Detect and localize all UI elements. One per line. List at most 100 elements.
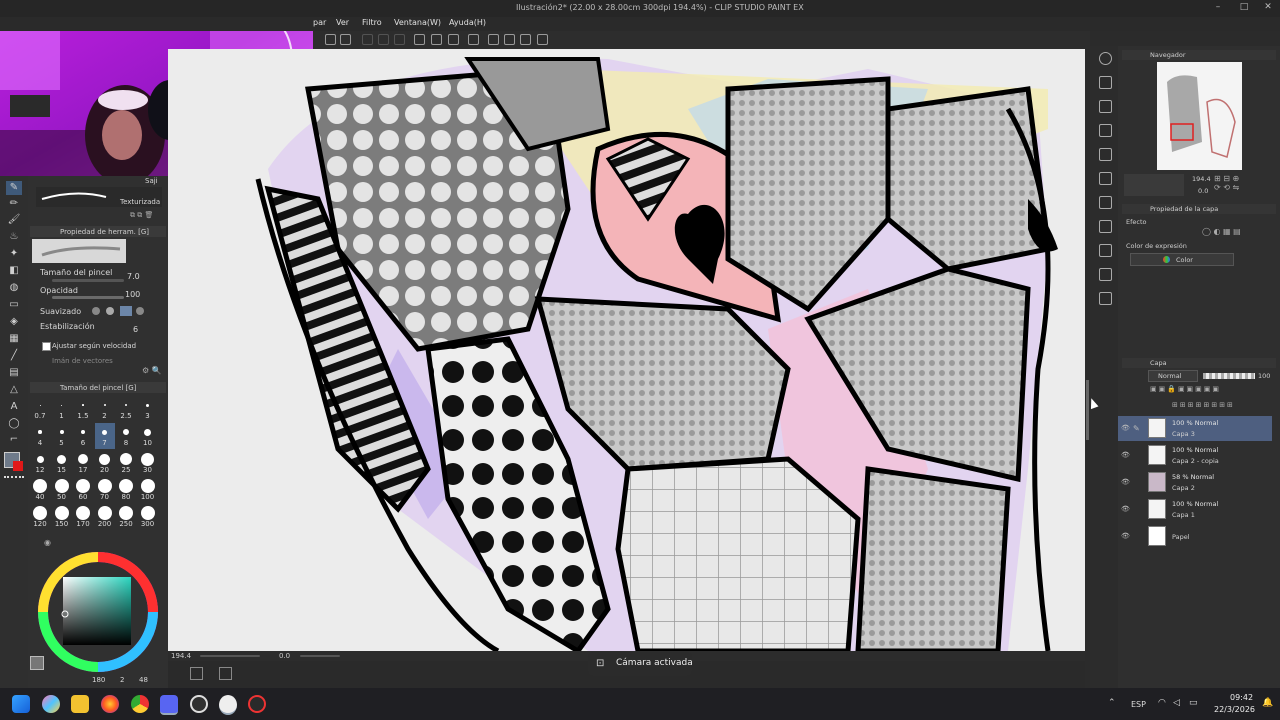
brush-size-slider[interactable] — [52, 279, 124, 282]
ruler-tool-icon[interactable]: △ — [6, 383, 22, 397]
clock-time[interactable]: 09:42 — [1230, 693, 1253, 702]
visibility-eye-icon[interactable]: 👁 — [1121, 505, 1130, 513]
menu-item-ventana[interactable]: Ventana(W) — [394, 18, 441, 27]
brush-size-option[interactable]: 6 — [73, 423, 93, 449]
pen-tool-icon[interactable]: ✎ — [6, 181, 22, 195]
layer-row[interactable]: 👁 58 % Normal Capa 2 — [1118, 470, 1272, 495]
brush-size-value[interactable]: 7.0 — [127, 272, 140, 281]
layer-row[interactable]: 👁 100 % Normal Capa 1 — [1118, 497, 1272, 522]
canvas-rotation-slider[interactable] — [300, 655, 340, 657]
brush-size-option[interactable]: 1.5 — [73, 396, 93, 422]
layer-action-icons[interactable]: ⊞⊞⊞⊞⊞⊞⊞⊞ — [1172, 401, 1276, 411]
subview-panel-icon[interactable] — [1099, 100, 1112, 113]
brush-size-option[interactable]: 25 — [116, 450, 136, 476]
color-wheel-settings-icon[interactable]: ◉ — [44, 538, 54, 548]
app-red-icon[interactable] — [248, 695, 266, 713]
panel-scrollbar[interactable] — [1086, 380, 1089, 440]
airbrush-tool-icon[interactable]: ♨ — [6, 230, 22, 244]
figure-tool-icon[interactable]: ▭ — [6, 298, 22, 312]
canvas[interactable] — [168, 49, 1085, 651]
gradient-tool-icon[interactable]: ▦ — [6, 332, 22, 346]
brush-size-option[interactable]: 150 — [52, 504, 72, 530]
brush-preset-name[interactable]: Texturizada — [120, 198, 160, 206]
navigator-controls[interactable] — [1124, 174, 1184, 196]
effect-buttons-icon[interactable]: ◯ ◐ ▦ ▤ — [1202, 227, 1270, 239]
brush-size-option[interactable]: 100 — [138, 477, 158, 503]
menu-item-ayuda[interactable]: Ayuda(H) — [449, 18, 486, 27]
pencil-tool-icon[interactable]: ✏ — [6, 197, 22, 211]
brush-size-option[interactable]: 80 — [116, 477, 136, 503]
language-indicator[interactable]: ESP — [1131, 700, 1146, 709]
blend-tool-icon[interactable]: ◍ — [6, 281, 22, 295]
menu-item-par[interactable]: par — [313, 18, 326, 27]
smoothing-options[interactable] — [90, 306, 146, 316]
layer-row[interactable]: 👁 ✎ 100 % Normal Capa 3 — [1118, 416, 1272, 441]
settings-icon[interactable] — [488, 34, 499, 45]
minimize-button[interactable]: – — [1210, 2, 1226, 14]
clip-studio-icon[interactable] — [219, 695, 237, 715]
brush-size-option[interactable]: 200 — [95, 504, 115, 530]
layer-property-panel-icon[interactable] — [1099, 148, 1112, 161]
volume-icon[interactable]: ◁ — [1173, 698, 1180, 708]
layer-opacity-value[interactable]: 100 — [1258, 372, 1270, 380]
current-color-small[interactable] — [30, 656, 44, 670]
layer-search-panel-icon[interactable] — [1099, 172, 1112, 185]
brush-size-option[interactable]: 40 — [30, 477, 50, 503]
brush-size-option[interactable]: 7 — [94, 423, 115, 449]
transform-icon[interactable] — [340, 34, 351, 45]
decoration-tool-icon[interactable]: ✦ — [6, 247, 22, 261]
grid-view-icon[interactable] — [219, 667, 232, 680]
layer-opacity-slider[interactable] — [1203, 373, 1255, 379]
menu-item-ver[interactable]: Ver — [336, 18, 349, 27]
battery-icon[interactable]: ▭ — [1189, 698, 1198, 708]
brush-size-option[interactable]: 2 — [95, 396, 115, 422]
fill-tool-icon[interactable]: ◈ — [6, 315, 22, 329]
brush-size-option[interactable]: 15 — [52, 450, 72, 476]
brush-size-option[interactable]: 0.7 — [30, 396, 50, 422]
brush-size-option[interactable]: 250 — [116, 504, 136, 530]
frame-tool-icon[interactable]: ▤ — [6, 366, 22, 380]
transparent-color-icon[interactable] — [4, 476, 24, 484]
visibility-eye-icon[interactable]: 👁 — [1121, 478, 1130, 486]
navigator-preview[interactable] — [1157, 62, 1242, 170]
file-explorer-icon[interactable] — [71, 695, 89, 713]
menu-item-filtro[interactable]: Filtro — [362, 18, 382, 27]
balloon-tool-icon[interactable]: ◯ — [6, 417, 22, 431]
layer-row[interactable]: 👁 100 % Normal Capa 2 - copia — [1118, 443, 1272, 468]
brush-size-option[interactable]: 2.5 — [116, 396, 136, 422]
brush-size-option[interactable]: 17 — [73, 450, 93, 476]
copilot-icon[interactable] — [42, 695, 60, 713]
adjust-speed-checkbox[interactable] — [42, 342, 51, 351]
canvas-zoom-slider[interactable] — [200, 655, 260, 657]
sub-color-swatch[interactable] — [13, 461, 23, 471]
brush-size-option[interactable]: 20 — [95, 450, 115, 476]
layer-row[interactable]: 👁 Papel — [1118, 524, 1272, 549]
correct-line-tool-icon[interactable]: ⌐ — [6, 433, 22, 447]
pen-icon[interactable] — [414, 34, 425, 45]
clock-date[interactable]: 22/3/2026 — [1214, 705, 1255, 714]
line-tool-icon[interactable]: ╱ — [6, 349, 22, 363]
canvas-zoom-value[interactable]: 194.4 — [171, 652, 191, 660]
material-panel-icon[interactable] — [1099, 268, 1112, 281]
canvas-rotation-value[interactable]: 0.0 — [279, 652, 290, 660]
brush-size-option[interactable]: 1 — [52, 396, 72, 422]
maximize-button[interactable]: □ — [1236, 2, 1252, 14]
brush-size-option[interactable]: 12 — [30, 450, 50, 476]
brush-size-option[interactable]: 5 — [52, 423, 72, 449]
brush-size-option[interactable]: 4 — [30, 423, 50, 449]
edit-target-pen-icon[interactable]: ✎ — [1133, 424, 1140, 433]
pen-alt-icon[interactable] — [431, 34, 442, 45]
clear-icon[interactable] — [362, 34, 373, 45]
fill-icon[interactable] — [325, 34, 336, 45]
layout-icon[interactable] — [190, 667, 203, 680]
text-tool-icon[interactable]: A — [6, 400, 22, 414]
chrome-icon[interactable] — [131, 695, 149, 713]
property-actions-icon[interactable]: ⚙ 🔍 — [142, 366, 164, 375]
navigator-rotation-value[interactable]: 0.0 — [1198, 187, 1208, 195]
brush-size-option[interactable]: 8 — [116, 423, 136, 449]
firefox-icon[interactable] — [101, 695, 119, 713]
subtool-actions-icon[interactable]: ⧉ ⧉ 🗑 — [130, 211, 160, 220]
visibility-eye-icon[interactable]: 👁 — [1121, 424, 1130, 432]
brush-size-option[interactable]: 300 — [138, 504, 158, 530]
undo-all-icon[interactable] — [537, 34, 548, 45]
